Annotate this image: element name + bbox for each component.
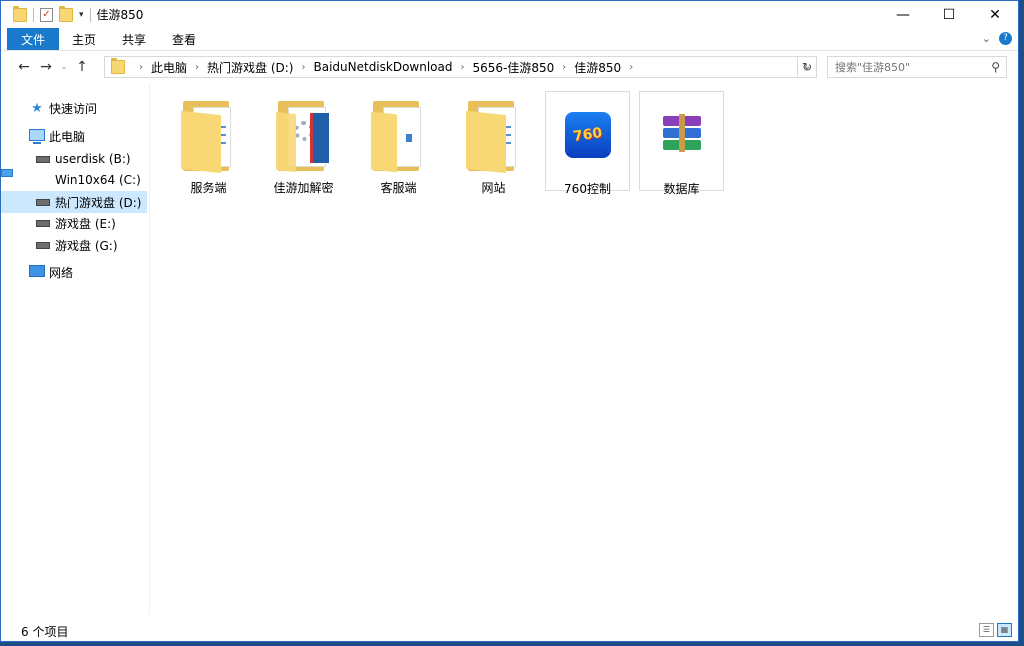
expand-ribbon-icon[interactable]: ⌄ xyxy=(982,32,991,45)
file-item-client[interactable]: 客服端 xyxy=(356,91,441,195)
sidebar-item-label: Win10x64 (C:) xyxy=(55,173,141,187)
up-button[interactable]: ↑ xyxy=(71,59,93,75)
breadcrumb-drive-d[interactable]: 热门游戏盘 (D:) xyxy=(207,59,293,76)
window-title: 佳游850 xyxy=(96,8,144,22)
sidebar-item-quick-access[interactable]: ★ 快速访问 xyxy=(1,97,147,119)
drive-icon xyxy=(35,195,51,209)
chevron-right-icon[interactable]: › xyxy=(461,62,465,73)
forward-button[interactable]: → xyxy=(35,59,57,75)
sidebar-item-label: 游戏盘 (E:) xyxy=(55,216,116,231)
help-icon[interactable]: ? xyxy=(999,32,1012,45)
recent-locations-button[interactable]: ⌄ xyxy=(57,62,71,72)
pc-icon xyxy=(29,128,45,144)
folder-icon xyxy=(465,101,522,174)
minimize-button[interactable]: — xyxy=(880,1,926,28)
close-button[interactable]: ✕ xyxy=(972,1,1018,28)
window-controls: — ☐ ✕ xyxy=(880,1,1018,28)
file-item-database[interactable]: 数据库 xyxy=(639,91,724,196)
sidebar-item-drive-g[interactable]: 游戏盘 (G:) xyxy=(1,234,147,256)
view-switcher: ☰ ▦ xyxy=(979,623,1012,637)
sidebar-item-network[interactable]: 网络 xyxy=(1,261,147,283)
file-item-label: 客服端 xyxy=(380,181,417,195)
sidebar-item-label: 游戏盘 (G:) xyxy=(55,238,118,253)
breadcrumb-5656[interactable]: 5656-佳游850 xyxy=(473,59,555,76)
title-bar: ✓ ▾ 佳游850 — ☐ ✕ xyxy=(1,1,1018,28)
details-view-icon[interactable]: ☰ xyxy=(979,623,994,637)
app-icon-text: 760 xyxy=(571,125,604,145)
sidebar-item-this-pc[interactable]: 此电脑 xyxy=(1,125,147,147)
app-icon: 760 xyxy=(564,112,611,158)
breadcrumb-baidu[interactable]: BaiduNetdiskDownload xyxy=(313,60,452,74)
search-icon[interactable]: ⚲ xyxy=(991,60,1000,74)
breadcrumb: › 此电脑 › 热门游戏盘 (D:) › BaiduNetdiskDownloa… xyxy=(131,59,641,76)
tab-home[interactable]: 主页 xyxy=(59,28,109,50)
sidebar-item-drive-d[interactable]: 热门游戏盘 (D:) xyxy=(1,191,147,213)
winrar-archive-icon xyxy=(662,114,701,152)
ribbon-right-controls: ⌄ ? xyxy=(982,32,1012,45)
large-icons-view-icon[interactable]: ▦ xyxy=(997,623,1012,637)
sidebar-item-label: userdisk (B:) xyxy=(55,152,131,166)
file-item-label: 网站 xyxy=(481,181,506,195)
navigation-pane: ★ 快速访问 此电脑 userdisk (B:) Win10x64 (C:) 热… xyxy=(1,84,150,614)
breadcrumb-current[interactable]: 佳游850 xyxy=(574,59,621,76)
customize-toolbar-icon[interactable]: ▾ xyxy=(79,10,84,20)
file-item-label: 760控制 xyxy=(564,182,611,196)
star-icon: ★ xyxy=(31,100,43,116)
folder-icon[interactable] xyxy=(13,5,27,22)
drive-icon xyxy=(35,152,51,166)
search-box: ⚲ xyxy=(827,56,1007,78)
item-count: 6 个项目 xyxy=(21,624,69,639)
file-item-760-control[interactable]: 760 760控制 xyxy=(545,91,630,196)
file-item-server[interactable]: 服务端 xyxy=(166,91,251,195)
chevron-right-icon[interactable]: › xyxy=(562,62,566,73)
chevron-right-icon[interactable]: › xyxy=(301,62,305,73)
tab-share[interactable]: 共享 xyxy=(109,28,159,50)
folder-icon xyxy=(111,58,125,74)
separator xyxy=(33,7,34,22)
sidebar-item-drive-b[interactable]: userdisk (B:) xyxy=(1,148,147,170)
maximize-button[interactable]: ☐ xyxy=(926,1,972,28)
back-button[interactable]: ← xyxy=(13,59,35,75)
folder-icon xyxy=(180,101,237,174)
new-folder-icon[interactable] xyxy=(59,5,73,22)
file-item-jiayou-crypto[interactable]: 佳游加解密 xyxy=(261,91,346,195)
file-item-label: 服务端 xyxy=(190,181,227,195)
file-list: 服务端 佳游加解密 客服端 网站 760 760控制 数据库 xyxy=(161,91,1011,601)
folder-tools-icon xyxy=(275,101,332,173)
tab-file[interactable]: 文件 xyxy=(7,28,60,50)
folder-icon xyxy=(370,101,427,173)
address-bar[interactable]: › 此电脑 › 热门游戏盘 (D:) › BaiduNetdiskDownloa… xyxy=(104,56,817,78)
drive-icon xyxy=(35,238,51,252)
explorer-window: ✓ ▾ 佳游850 — ☐ ✕ 文件 主页 共享 查看 ⌄ ? ← → ⌄ ↑ … xyxy=(0,0,1019,642)
ribbon-tabs: 文件 主页 共享 查看 ⌄ ? xyxy=(1,28,1018,51)
file-item-label: 佳游加解密 xyxy=(273,181,334,195)
quick-access-toolbar: ✓ ▾ xyxy=(13,5,91,22)
separator xyxy=(89,7,91,22)
refresh-button[interactable]: ↻ xyxy=(797,56,817,78)
sidebar-item-drive-e[interactable]: 游戏盘 (E:) xyxy=(1,212,147,234)
search-input[interactable] xyxy=(828,59,987,75)
properties-icon[interactable]: ✓ xyxy=(40,7,53,22)
sidebar-item-label: 此电脑 xyxy=(49,129,86,144)
chevron-right-icon[interactable]: › xyxy=(195,62,199,73)
navigation-bar: ← → ⌄ ↑ › 此电脑 › 热门游戏盘 (D:) › BaiduNetdis… xyxy=(1,53,1018,81)
sidebar-item-label: 热门游戏盘 (D:) xyxy=(55,195,142,210)
chevron-right-icon[interactable]: › xyxy=(139,62,143,73)
breadcrumb-this-pc[interactable]: 此电脑 xyxy=(151,59,187,76)
chevron-right-icon[interactable]: › xyxy=(629,62,633,73)
file-item-label: 数据库 xyxy=(663,182,700,196)
status-bar: 6 个项目 ☰ ▦ xyxy=(1,620,1018,641)
sidebar-item-drive-c[interactable]: Win10x64 (C:) xyxy=(1,169,147,191)
drive-icon xyxy=(35,216,51,230)
sidebar-item-label: 快速访问 xyxy=(49,101,98,116)
tab-view[interactable]: 查看 xyxy=(159,28,209,50)
sidebar-item-label: 网络 xyxy=(49,265,74,280)
file-item-website[interactable]: 网站 xyxy=(451,91,536,195)
network-icon xyxy=(29,264,45,280)
